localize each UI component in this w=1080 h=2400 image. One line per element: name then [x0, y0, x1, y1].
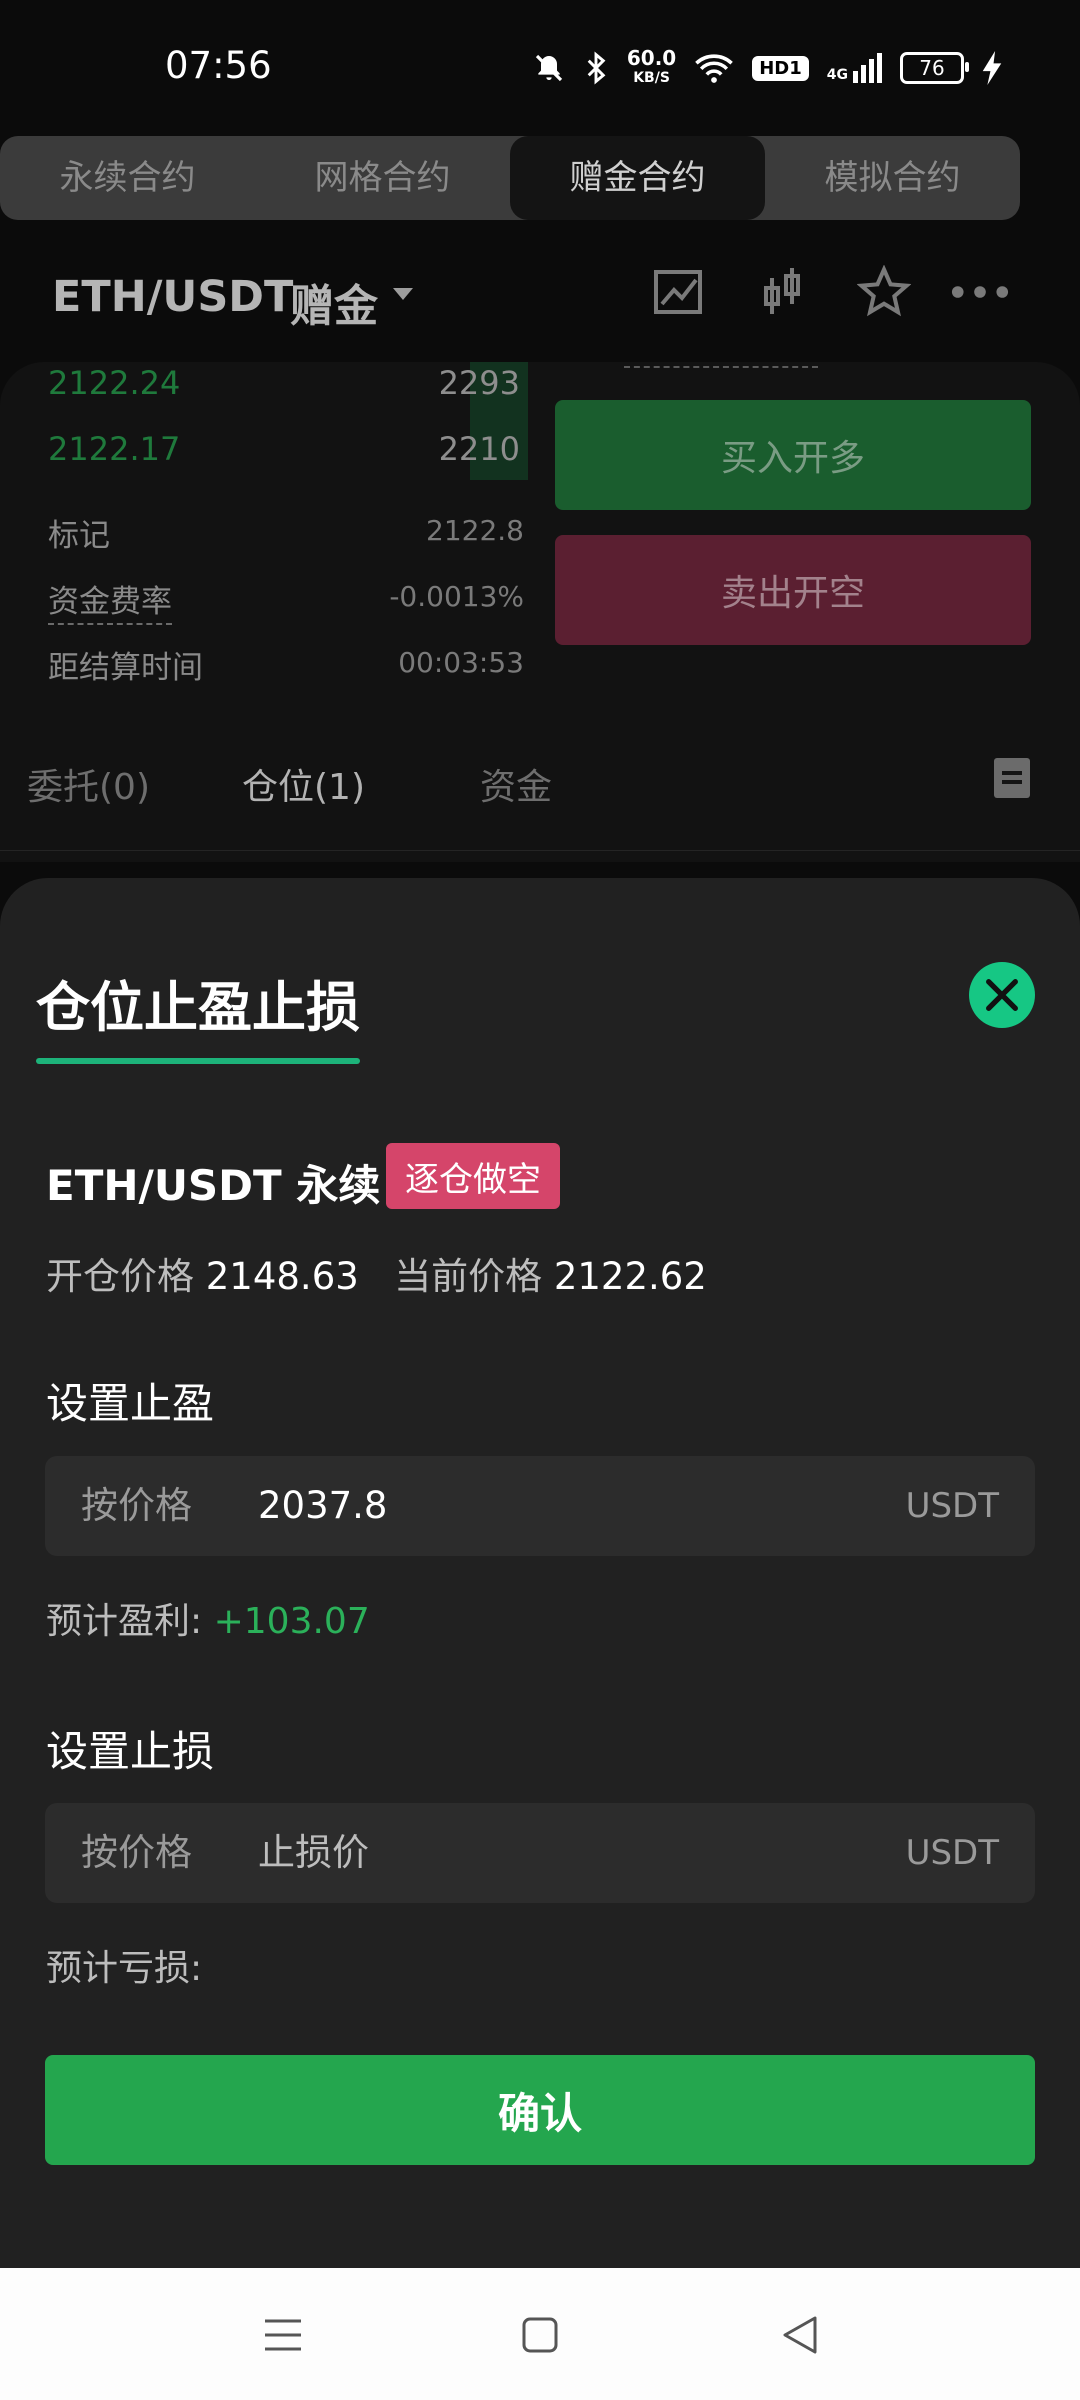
position-pair: ETH/USDT 永续: [46, 1161, 381, 1210]
position-side-badge: 逐仓做空: [386, 1143, 560, 1209]
tab-simulated[interactable]: 模拟合约: [765, 136, 1020, 220]
mark-label: 标记: [48, 518, 110, 554]
tab-assets[interactable]: 资金: [480, 758, 552, 810]
status-time: 07:56: [165, 44, 272, 87]
stop-loss-input[interactable]: 止损价: [258, 1803, 369, 1903]
contract-type-tabs: 永续合约 网格合约 赠金合约 模拟合约: [0, 136, 1020, 220]
open-price: 2148.63: [205, 1255, 359, 1298]
chart-line-icon[interactable]: [648, 262, 708, 322]
signal-icon: 4G: [827, 53, 882, 83]
tab-orders[interactable]: 委托(0): [27, 758, 150, 810]
status-icons: 60.0 KB/S HD1 4G 76: [533, 46, 1002, 90]
close-icon: [986, 979, 1018, 1011]
net-speed: 60.0 KB/S: [626, 46, 677, 86]
est-profit: 预计盈利: +103.07: [46, 1592, 370, 1644]
pair-title[interactable]: ETH/USDT: [52, 272, 293, 322]
bell-off-icon: [535, 54, 563, 82]
title-underline: [36, 1058, 360, 1064]
wifi-icon: [695, 54, 734, 83]
current-price-label: 当前价格: [394, 1255, 543, 1298]
bluetooth-icon: [587, 51, 606, 85]
tab-bonus[interactable]: 赠金合约: [510, 136, 765, 220]
est-loss-label: 预计亏损:: [46, 1948, 203, 1989]
tab-positions[interactable]: 仓位(1): [242, 758, 365, 810]
est-loss: 预计亏损:: [46, 1939, 202, 1991]
tab-perpetual[interactable]: 永续合约: [0, 136, 255, 220]
est-profit-value: +103.07: [213, 1601, 370, 1642]
mark-value: 2122.8: [426, 514, 524, 547]
sell-short-button[interactable]: 卖出开空: [555, 535, 1031, 645]
more-icon[interactable]: [950, 262, 1010, 322]
take-profit-mode[interactable]: 按价格: [81, 1456, 192, 1556]
charging-icon: [982, 51, 1002, 85]
order-book-price[interactable]: 2122.17: [48, 430, 180, 468]
sheet-title: 仓位止盈止损: [36, 976, 360, 1039]
order-book-qty: 2293: [438, 364, 520, 402]
order-book-price[interactable]: 2122.24: [48, 364, 180, 402]
take-profit-title: 设置止盈: [46, 1379, 215, 1428]
hd-badge: HD1: [752, 55, 809, 81]
menu-icon[interactable]: [253, 2305, 313, 2365]
battery-icon: 76: [900, 52, 969, 84]
tab-grid[interactable]: 网格合约: [255, 136, 510, 220]
open-price-label: 开仓价格: [46, 1255, 194, 1298]
est-profit-label: 预计盈利:: [46, 1601, 203, 1642]
funding-rate-label[interactable]: 资金费率: [48, 576, 172, 625]
take-profit-input[interactable]: 2037.8: [258, 1456, 387, 1556]
funding-rate-value: -0.0013%: [389, 580, 524, 613]
list-icon[interactable]: [994, 758, 1030, 798]
stop-loss-mode[interactable]: 按价格: [81, 1803, 192, 1903]
stop-loss-field[interactable]: 按价格 止损价 USDT: [45, 1803, 1035, 1903]
take-profit-field[interactable]: 按价格 2037.8 USDT: [45, 1456, 1035, 1556]
confirm-button[interactable]: 确认: [45, 2055, 1035, 2165]
settlement-label: 距结算时间: [48, 650, 203, 686]
buy-long-button[interactable]: 买入开多: [555, 400, 1031, 510]
back-icon[interactable]: [770, 2305, 830, 2365]
price-info: 开仓价格 2148.63 当前价格 2122.62: [46, 1246, 707, 1300]
order-book-qty: 2210: [438, 430, 520, 468]
settlement-countdown: 00:03:53: [398, 646, 524, 679]
home-icon[interactable]: [510, 2305, 570, 2365]
take-profit-unit: USDT: [905, 1486, 999, 1526]
divider: [624, 366, 818, 368]
stop-loss-unit: USDT: [905, 1833, 999, 1873]
pair-type-label[interactable]: 赠金: [290, 270, 378, 334]
close-button[interactable]: [969, 962, 1035, 1028]
current-price: 2122.62: [553, 1255, 707, 1298]
star-icon[interactable]: [854, 262, 914, 322]
chevron-down-icon[interactable]: [393, 288, 413, 300]
stop-loss-title: 设置止损: [46, 1727, 215, 1776]
candlestick-icon[interactable]: [752, 262, 812, 322]
divider: [0, 850, 1080, 851]
